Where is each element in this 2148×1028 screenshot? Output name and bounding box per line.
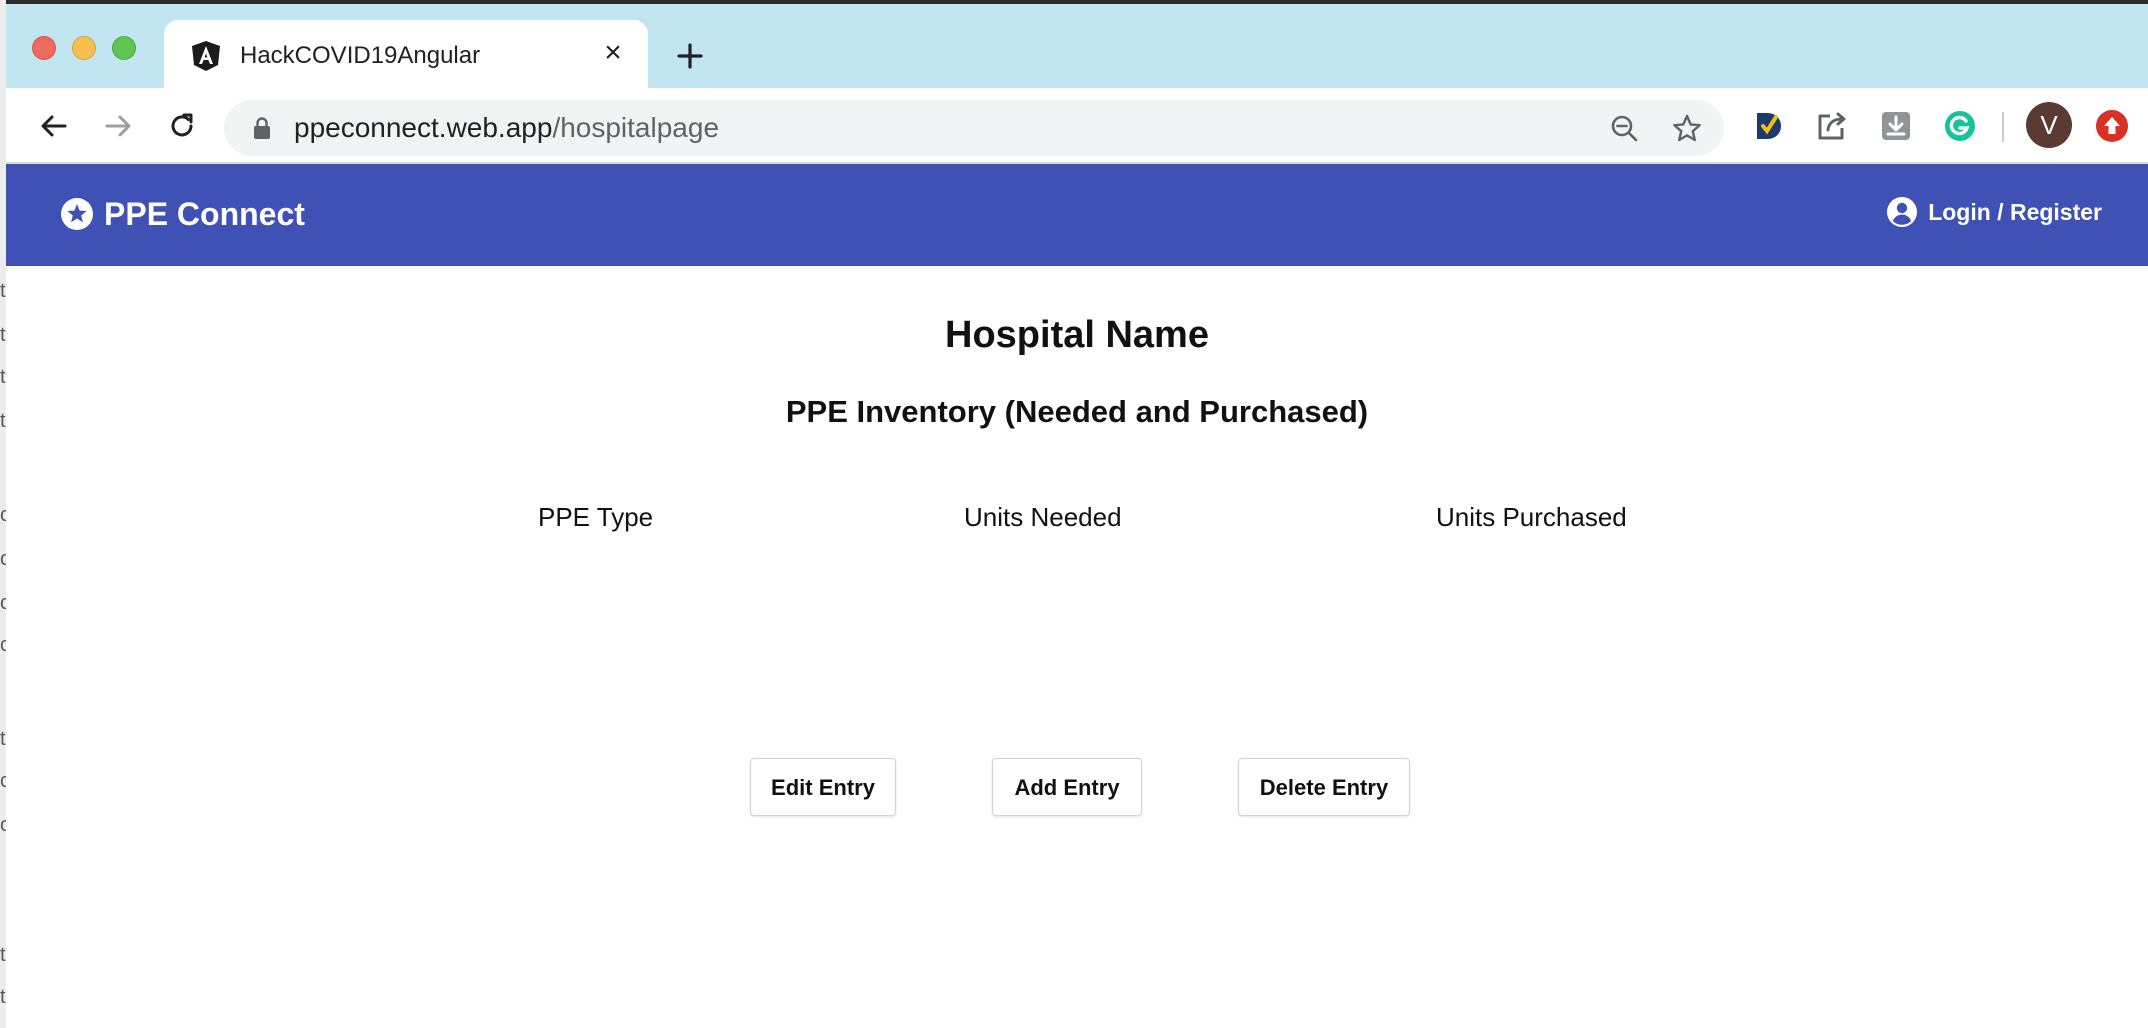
forward-icon[interactable] <box>98 106 138 146</box>
address-bar[interactable]: ppeconnect.web.app/hospitalpage <box>224 100 1724 156</box>
close-tab-icon[interactable]: × <box>596 36 630 70</box>
column-header-ppe-type: PPE Type <box>538 502 654 532</box>
edit-entry-button[interactable]: Edit Entry <box>750 758 896 816</box>
delete-entry-button[interactable]: Delete Entry <box>1238 758 1410 816</box>
login-register-label: Login / Register <box>1928 198 2102 225</box>
lock-icon[interactable] <box>252 116 272 140</box>
brand-name: PPE Connect <box>104 195 305 232</box>
back-icon[interactable] <box>34 106 74 146</box>
grammarly-icon[interactable] <box>1942 108 1978 144</box>
app-header: PPE Connect Login / Register <box>6 164 2148 266</box>
toolbar-separator <box>2002 112 2004 142</box>
column-header-units-purchased: Units Purchased <box>1436 502 1627 532</box>
tab-title: HackCOVID19Angular <box>240 42 481 69</box>
page-title: Hospital Name <box>945 314 1209 356</box>
url-text[interactable]: ppeconnect.web.app/hospitalpage <box>294 112 719 144</box>
update-arrow-icon[interactable] <box>2096 110 2128 142</box>
add-entry-button[interactable]: Add Entry <box>992 758 1142 816</box>
brand[interactable]: PPE Connect <box>60 194 305 234</box>
url-path: /hospitalpage <box>552 112 720 143</box>
share-extension-icon[interactable] <box>1814 108 1850 144</box>
browser-toolbar: ppeconnect.web.app/hospitalpage V <box>6 88 2148 164</box>
login-register-button[interactable]: Login / Register <box>1886 196 2102 228</box>
angular-icon <box>192 41 220 71</box>
download-extension-icon[interactable] <box>1878 108 1914 144</box>
browser-window: HackCOVID19Angular × ppeconnect.web.app/… <box>6 4 2148 1028</box>
close-window-button[interactable] <box>32 36 56 60</box>
url-domain: ppeconnect.web.app <box>294 112 553 143</box>
account-circle-icon <box>1887 197 1918 227</box>
star-circle-icon <box>61 198 93 230</box>
reload-icon[interactable] <box>162 106 202 146</box>
minimize-window-button[interactable] <box>72 36 96 60</box>
bookmark-star-icon[interactable] <box>1670 112 1704 146</box>
tab-strip: HackCOVID19Angular × <box>6 4 2148 90</box>
extension-d-icon[interactable] <box>1750 108 1786 144</box>
profile-avatar[interactable]: V <box>2026 102 2072 148</box>
maximize-window-button[interactable] <box>112 36 136 60</box>
zoom-out-icon[interactable] <box>1608 112 1642 146</box>
inventory-heading: PPE Inventory (Needed and Purchased) <box>785 394 1369 429</box>
column-header-units-needed: Units Needed <box>964 502 1122 532</box>
tab-active[interactable]: HackCOVID19Angular × <box>164 20 648 90</box>
new-tab-icon[interactable] <box>670 36 710 76</box>
